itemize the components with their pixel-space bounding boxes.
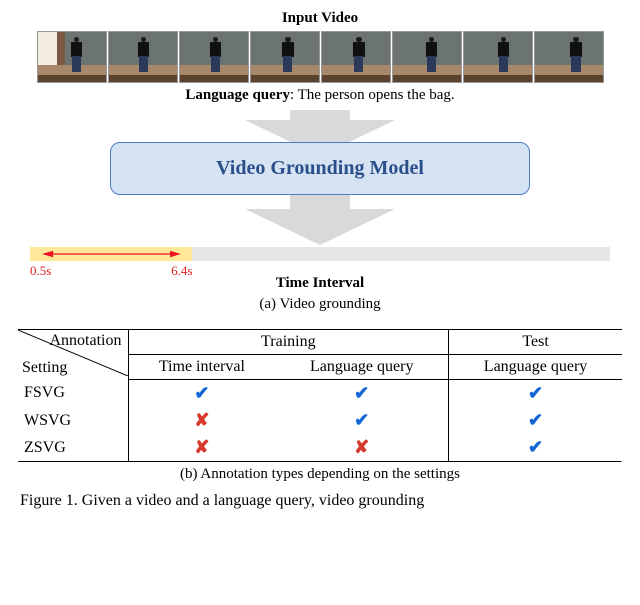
cross-icon: ✘ bbox=[128, 434, 275, 461]
language-query-line: Language query: The person opens the bag… bbox=[12, 87, 628, 104]
check-icon: ✔ bbox=[275, 380, 448, 408]
check-icon: ✔ bbox=[449, 407, 622, 434]
check-icon: ✔ bbox=[275, 407, 448, 434]
language-query-label: Language query bbox=[185, 87, 290, 103]
video-frame bbox=[534, 31, 604, 83]
subcaption-a: (a) Video grounding bbox=[12, 296, 628, 313]
col-lang-train: Language query bbox=[275, 355, 448, 380]
video-frame bbox=[321, 31, 391, 83]
table-diag-header: Annotation Setting bbox=[18, 330, 128, 380]
video-frames-strip bbox=[12, 31, 628, 83]
check-icon: ✔ bbox=[449, 380, 622, 408]
row-name: FSVG bbox=[18, 380, 128, 408]
arrow-down-icon bbox=[235, 189, 405, 245]
interval-arrow-icon bbox=[42, 250, 181, 258]
check-icon: ✔ bbox=[128, 380, 275, 408]
annotations-table: Annotation Setting Training Test Time in… bbox=[18, 330, 622, 461]
subcaption-b: (b) Annotation types depending on the se… bbox=[12, 466, 628, 483]
col-group-test: Test bbox=[449, 330, 622, 355]
diag-annotation-label: Annotation bbox=[50, 332, 122, 350]
timeline-bar bbox=[30, 247, 610, 261]
video-frame bbox=[392, 31, 462, 83]
check-icon: ✔ bbox=[449, 434, 622, 461]
figure-caption: Figure 1. Given a video and a language q… bbox=[20, 491, 620, 511]
diag-setting-label: Setting bbox=[22, 359, 67, 377]
interval-end: 6.4s bbox=[171, 263, 192, 279]
video-frame bbox=[250, 31, 320, 83]
video-frame bbox=[463, 31, 533, 83]
col-lang-test: Language query bbox=[449, 355, 622, 380]
cross-icon: ✘ bbox=[128, 407, 275, 434]
col-time-interval: Time interval bbox=[128, 355, 275, 380]
table-row: ZSVG ✘ ✘ ✔ bbox=[18, 434, 622, 461]
input-video-heading: Input Video bbox=[12, 10, 628, 27]
table-bottom-rule bbox=[18, 461, 622, 462]
cross-icon: ✘ bbox=[275, 434, 448, 461]
language-query-text: : The person opens the bag. bbox=[290, 87, 455, 103]
video-frame bbox=[179, 31, 249, 83]
video-frame bbox=[37, 31, 107, 83]
row-name: WSVG bbox=[18, 407, 128, 434]
col-group-training: Training bbox=[128, 330, 449, 355]
video-frame bbox=[108, 31, 178, 83]
row-name: ZSVG bbox=[18, 434, 128, 461]
interval-start: 0.5s bbox=[30, 263, 51, 279]
table-row: FSVG ✔ ✔ ✔ bbox=[18, 380, 622, 408]
time-interval-label: Time Interval bbox=[12, 275, 628, 292]
table-row: WSVG ✘ ✔ ✔ bbox=[18, 407, 622, 434]
model-box: Video Grounding Model bbox=[110, 142, 530, 195]
